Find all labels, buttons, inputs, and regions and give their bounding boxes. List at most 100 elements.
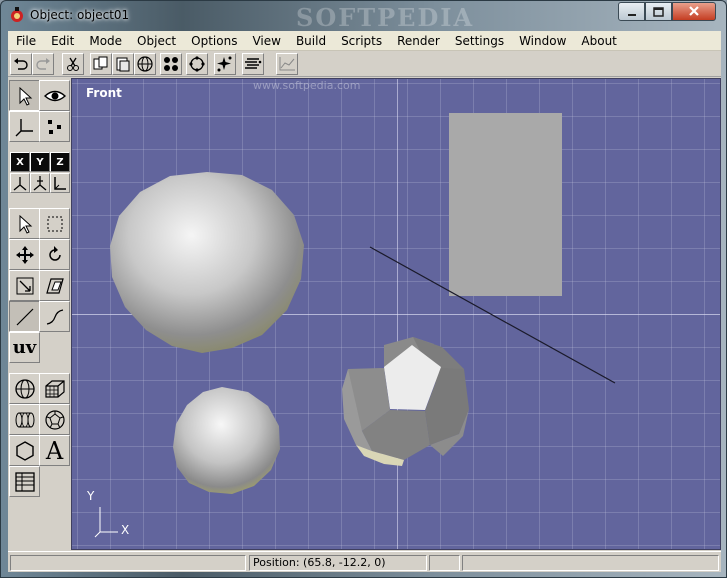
coord-tool-3[interactable] [50,173,70,193]
skew-icon [45,277,64,294]
cylinder-icon [15,412,34,427]
circle-points-button[interactable] [186,53,208,75]
axis-z-toggle[interactable]: Z [50,152,70,172]
skew-tool[interactable] [39,270,70,301]
scale-icon [16,277,33,294]
curve-tool[interactable] [39,301,70,332]
lines-icon [245,58,262,69]
scale-tool[interactable] [9,270,40,301]
graph-button[interactable] [276,53,298,75]
copy-icon [93,56,108,70]
axis-x-label: X [121,523,130,537]
grid-table-icon [14,471,35,492]
large-sphere-object[interactable] [110,172,304,353]
status-pane-4 [462,555,719,571]
rotate-icon [48,245,61,261]
curve-icon [46,308,63,325]
cylinder-tool[interactable] [9,404,40,435]
vertices-icon [47,119,61,134]
menu-file[interactable]: File [8,32,43,50]
toolbar [8,51,721,77]
scissors-icon [67,57,79,71]
watermark: SOFTPEDIA [296,3,475,32]
hexagon-icon [15,440,34,461]
menu-about[interactable]: About [573,32,623,50]
cube-icon [44,379,65,398]
minimize-icon [627,13,636,16]
menu-scripts[interactable]: Scripts [333,32,389,50]
points-icon [164,57,178,71]
menu-build[interactable]: Build [288,32,333,50]
vertices-tool[interactable] [39,111,70,142]
close-icon [689,6,699,16]
redo-button[interactable] [32,53,54,75]
table-tool[interactable] [9,466,40,497]
menu-options[interactable]: Options [183,32,244,50]
maximize-button[interactable] [645,2,672,21]
sparkle-button[interactable] [214,53,236,75]
sphere-tool[interactable] [9,373,40,404]
menu-bar: File Edit Mode Object Options View Build… [8,31,721,51]
box-object[interactable] [449,113,562,296]
scene-objects [94,113,616,538]
arrow-cursor-icon [19,86,32,106]
menu-mode[interactable]: Mode [81,32,129,50]
coord-local-icon [13,177,27,191]
marquee-tool[interactable] [39,208,70,239]
uv-tool[interactable]: uv [9,332,40,363]
view-globe-button[interactable] [134,53,156,75]
client-area: File Edit Mode Object Options View Build… [8,31,721,572]
maximize-icon [653,6,664,17]
status-bar: Position: (65.8, -12.2, 0) [8,551,721,572]
globe-icon [137,56,153,72]
coord-tool-1[interactable] [10,173,30,193]
app-icon [9,6,25,24]
cut-button[interactable] [62,53,84,75]
axis-y-label: Y [87,489,95,503]
coord-view-icon [33,176,47,191]
paste-button[interactable] [112,53,134,75]
sparkle-icon [217,56,232,72]
menu-window[interactable]: Window [511,32,573,50]
polyhedron-tool[interactable] [39,404,70,435]
rotate-tool[interactable] [39,239,70,270]
coord-tool-2[interactable] [30,173,50,193]
circle-points-icon [189,56,205,72]
front-viewport[interactable]: www.softpedia.com Front Y X [71,78,721,550]
title-bar[interactable]: Object: object01 SOFTPEDIA [1,1,726,32]
menu-edit[interactable]: Edit [43,32,81,50]
smooth-button[interactable] [242,53,264,75]
app-window: Object: object01 SOFTPEDIA File Edit Mod… [0,0,727,578]
axis-y-toggle[interactable]: Y [30,152,50,172]
undo-icon [14,58,28,70]
text-tool[interactable]: A [39,435,70,466]
close-button[interactable] [672,2,716,21]
cube-tool[interactable] [39,373,70,404]
tool-palette: X Y Z uv A [8,78,71,550]
graph-icon [279,57,295,71]
menu-settings[interactable]: Settings [447,32,511,50]
sphere-icon [14,378,35,399]
menu-object[interactable]: Object [129,32,183,50]
line-tool[interactable] [9,301,40,332]
undo-button[interactable] [10,53,32,75]
small-sphere-object[interactable] [173,387,280,494]
axis-x-toggle[interactable]: X [10,152,30,172]
select-tool[interactable] [9,80,40,111]
polyhedron-icon [44,409,65,430]
pointer-tool[interactable] [9,208,40,239]
pointer-icon [19,214,32,234]
menu-render[interactable]: Render [389,32,447,50]
points-button[interactable] [160,53,182,75]
redo-icon [36,58,50,70]
minimize-button[interactable] [618,2,645,21]
copy-button[interactable] [90,53,112,75]
status-pane-3 [429,555,460,571]
line-icon [16,308,33,325]
polygon-tool[interactable] [9,435,40,466]
dodecahedron-object[interactable] [342,337,469,466]
axes-tool[interactable] [9,111,40,142]
view-tool[interactable] [39,80,70,111]
move-tool[interactable] [9,239,40,270]
menu-view[interactable]: View [244,32,287,50]
